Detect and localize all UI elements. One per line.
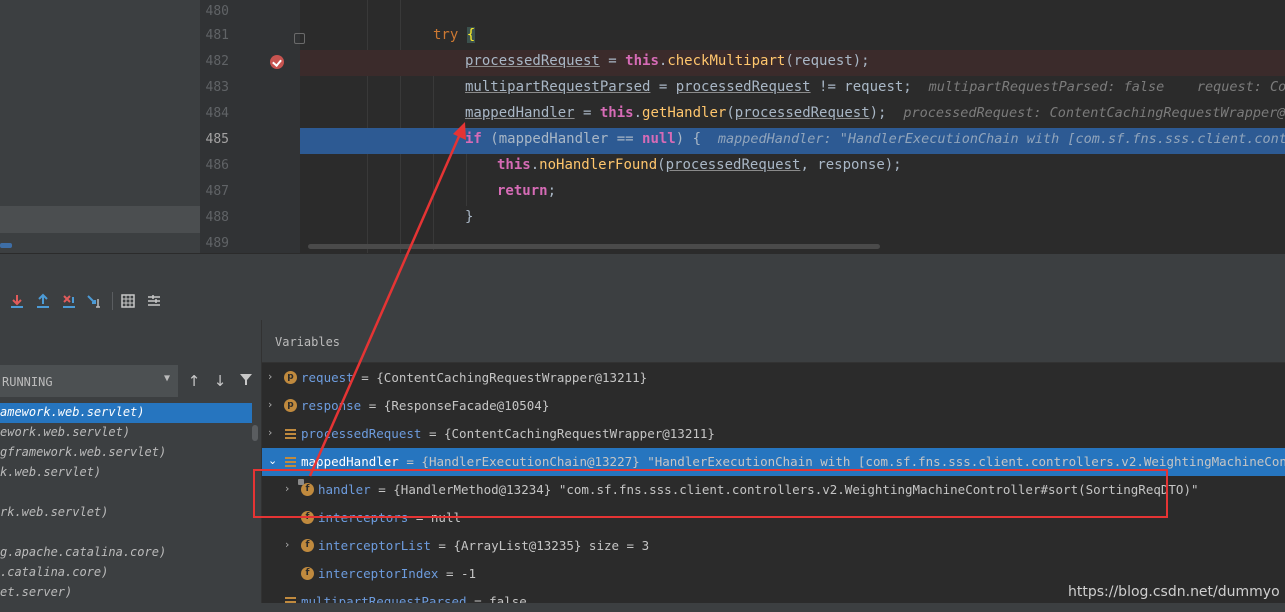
variable-value: = {ContentCachingRequestWrapper@13211} xyxy=(421,426,715,441)
code-text: if (mappedHandler == null) { mappedHandl… xyxy=(465,131,1285,147)
local-variable-icon xyxy=(284,455,297,468)
code-line[interactable]: 488 } xyxy=(200,206,1285,232)
variable-value: = {ArrayList@13235} size = 3 xyxy=(430,538,650,553)
line-number: 489 xyxy=(205,236,229,251)
code-text: } xyxy=(465,209,474,225)
variable-name: interceptorList xyxy=(318,538,431,553)
inline-debug-hint: processedRequest: ContentCachingRequestW… xyxy=(903,105,1285,121)
variable-name: request xyxy=(301,370,354,385)
line-number: 484 xyxy=(205,106,229,121)
frame-item[interactable] xyxy=(0,483,252,503)
code-text: this.noHandlerFound(processedRequest, re… xyxy=(497,157,902,173)
inline-debug-hint: multipartRequestParsed: false request: C… xyxy=(928,79,1285,95)
frames-scrollbar[interactable] xyxy=(252,425,258,441)
chevron-right-icon[interactable]: › xyxy=(268,426,278,439)
variable-value: = {ResponseFacade@10504} xyxy=(361,398,550,413)
run-to-cursor-icon[interactable] xyxy=(86,292,104,310)
code-text: multipartRequestParsed = processedReques… xyxy=(465,79,1285,95)
step-into-icon[interactable] xyxy=(8,292,26,310)
code-line[interactable]: 489 xyxy=(200,232,1285,253)
chevron-right-icon[interactable]: › xyxy=(268,370,278,383)
inline-debug-hint: mappedHandler: "HandlerExecutionChain wi… xyxy=(717,131,1285,147)
code-line[interactable]: 486 this.noHandlerFound(processedRequest… xyxy=(200,154,1285,180)
filter-icon[interactable] xyxy=(237,372,255,390)
line-number: 483 xyxy=(205,80,229,95)
field-icon: f xyxy=(301,567,314,580)
line-number: 480 xyxy=(205,4,229,19)
drop-frame-icon[interactable] xyxy=(60,292,78,310)
line-number: 486 xyxy=(205,158,229,173)
breakpoint-icon[interactable] xyxy=(270,55,284,69)
watermark: https://blog.csdn.net/dummyo xyxy=(1068,584,1280,600)
variable-row[interactable]: › p response = {ResponseFacade@10504} xyxy=(262,392,1285,420)
code-line[interactable]: 483 multipartRequestParsed = processedRe… xyxy=(200,76,1285,102)
code-text: return; xyxy=(497,183,557,199)
trace-icon[interactable] xyxy=(145,292,163,310)
variable-name: response xyxy=(301,398,362,413)
line-number: 485 xyxy=(205,132,229,147)
frames-panel: RUNNING ▼ ↑ ↓ amework.web.servlet) ework… xyxy=(0,320,262,612)
frame-item[interactable]: ework.web.servlet) xyxy=(0,423,252,443)
variable-name: interceptorIndex xyxy=(318,566,439,581)
line-number: 482 xyxy=(205,54,229,69)
chevron-right-icon[interactable]: › xyxy=(268,398,278,411)
current-execution-line[interactable]: 485 if (mappedHandler == null) { mappedH… xyxy=(200,128,1285,154)
line-number: 487 xyxy=(205,184,229,199)
chevron-right-icon[interactable]: › xyxy=(285,538,295,551)
variable-name: mappedHandler xyxy=(301,454,399,469)
variable-row[interactable]: › p request = {ContentCachingRequestWrap… xyxy=(262,364,1285,392)
frame-item[interactable]: amework.web.servlet) xyxy=(0,403,252,423)
variable-value: = {ContentCachingRequestWrapper@13211} xyxy=(353,370,648,385)
variable-name: processedRequest xyxy=(301,426,422,441)
code-line[interactable]: 484 mappedHandler = this.getHandler(proc… xyxy=(200,102,1285,128)
code-line[interactable]: 481 try { xyxy=(200,24,1285,50)
code-text: processedRequest = this.checkMultipart(r… xyxy=(465,53,870,69)
thread-label: RUNNING xyxy=(2,375,53,389)
parameter-icon: p xyxy=(284,371,297,384)
horizontal-scrollbar[interactable] xyxy=(308,244,880,249)
frame-item[interactable]: .catalina.core) xyxy=(0,563,252,583)
arrow-up-icon[interactable]: ↑ xyxy=(185,372,203,390)
frame-item[interactable]: gframework.web.servlet) xyxy=(0,443,252,463)
panel-separator xyxy=(0,253,1285,284)
fold-marker-icon[interactable] xyxy=(294,33,305,44)
code-line[interactable]: 487 return; xyxy=(200,180,1285,206)
code-text: try { xyxy=(433,27,476,43)
frame-item[interactable]: et.server) xyxy=(0,583,252,603)
thread-selector[interactable]: RUNNING ▼ xyxy=(0,365,178,397)
line-number: 488 xyxy=(205,210,229,225)
project-tree-strip xyxy=(0,0,200,253)
frame-item[interactable]: rk.web.servlet) xyxy=(0,503,252,523)
local-variable-icon xyxy=(284,427,297,440)
chevron-down-icon: ▼ xyxy=(163,373,170,384)
variables-panel: Variables › p request = {ContentCachingR… xyxy=(262,320,1285,612)
field-icon: f xyxy=(301,539,314,552)
arrow-down-icon[interactable]: ↓ xyxy=(211,372,229,390)
variable-value: = {HandlerExecutionChain@13227} "Handler… xyxy=(398,454,1285,469)
code-line[interactable]: 480 xyxy=(200,0,1285,26)
frame-item[interactable] xyxy=(0,523,252,543)
code-line[interactable]: 482 processedRequest = this.checkMultipa… xyxy=(200,50,1285,76)
line-number: 481 xyxy=(205,28,229,43)
code-editor[interactable]: 480 481 try { 482 processedRequest = thi… xyxy=(0,0,1285,253)
frame-item[interactable]: k.web.servlet) xyxy=(0,463,252,483)
debug-toolbar xyxy=(0,283,1285,321)
status-bar xyxy=(0,603,1285,612)
evaluate-table-icon[interactable] xyxy=(119,292,137,310)
variables-title: Variables xyxy=(275,335,341,349)
variables-header: Variables xyxy=(262,320,1285,363)
variable-value: = -1 xyxy=(438,566,477,581)
frame-item[interactable]: g.apache.catalina.core) xyxy=(0,543,252,563)
variable-row[interactable]: › f interceptorList = {ArrayList@13235} … xyxy=(262,532,1285,560)
annotation-highlight-box xyxy=(253,469,1168,518)
variable-row[interactable]: › processedRequest = {ContentCachingRequ… xyxy=(262,420,1285,448)
step-out-icon[interactable] xyxy=(34,292,52,310)
chevron-down-icon[interactable]: ⌄ xyxy=(268,454,278,467)
parameter-icon: p xyxy=(284,399,297,412)
code-text: mappedHandler = this.getHandler(processe… xyxy=(465,105,1285,121)
